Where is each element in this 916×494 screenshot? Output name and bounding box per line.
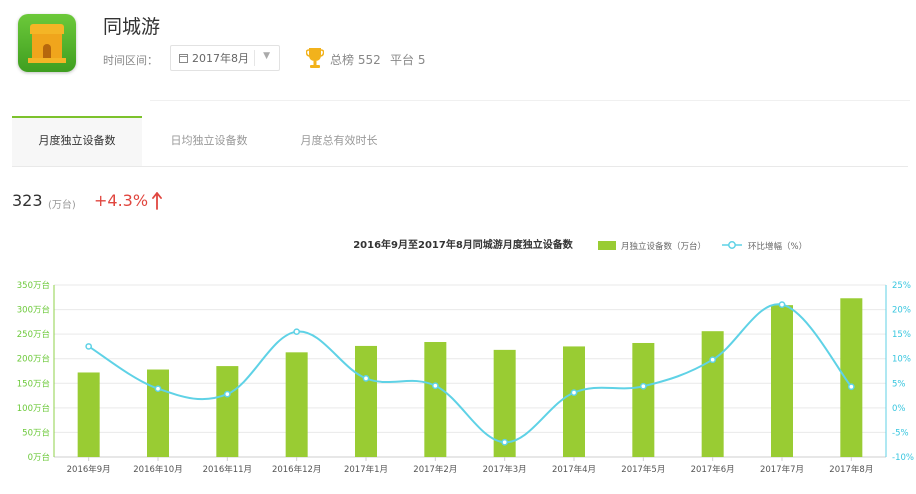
line-point [293,328,301,336]
y-right-tick-label: 5% [892,379,906,389]
metric-tabs: 月度独立设备数 日均独立设备数 月度总有效时长 [12,116,908,167]
x-tick-label: 2017年5月 [621,464,665,475]
kpi-value: 323 [12,191,43,210]
kpi-unit: (万台) [48,200,76,211]
tab-daily-avg-devices[interactable]: 日均独立设备数 [144,116,274,166]
x-tick-label: 2017年2月 [413,464,457,475]
y-left-tick-label: 300万台 [17,305,50,316]
bar [563,346,585,457]
month-select[interactable]: 2017年8月 ▼ [170,45,280,71]
x-tick-label: 2017年1月 [344,464,388,475]
bar [147,369,169,457]
x-tick-label: 2016年9月 [67,464,111,475]
line-point [154,385,162,393]
y-left-tick-label: 50万台 [22,427,50,438]
time-range-label: 时间区间： [103,54,158,67]
x-tick-label: 2017年7月 [760,464,804,475]
line-point [85,343,93,350]
line-point [501,438,509,446]
bar [285,352,308,457]
x-tick-label: 2016年11月 [203,464,252,475]
y-right-tick-label: 25% [892,281,911,291]
line-point [778,301,786,309]
x-tick-label: 2017年6月 [691,464,735,475]
rank-platform: 平台 5 [390,53,426,67]
monthly-devices-chart: 2016年9月至2017年8月同城游月度独立设备数 月独立设备数（万台） 环比增… [17,238,914,475]
y-right-tick-label: 0% [892,404,906,414]
y-left-tick-label: 150万台 [17,378,50,389]
month-select-value: 2017年8月 [192,52,249,65]
y-left-tick-label: 350万台 [17,280,50,291]
line-point [570,389,578,396]
y-right-tick-label: -5% [892,428,909,438]
bar [216,366,239,457]
tab-monthly-duration[interactable]: 月度总有效时长 [274,116,404,166]
legend-label-line: 环比增幅（%） [748,241,807,252]
chevron-down-icon[interactable]: ▼ [263,51,270,61]
line-point [223,390,231,398]
legend-marker [728,241,736,249]
y-left-tick-label: 0万台 [28,452,50,463]
arrow-up-icon [152,192,162,210]
app-icon [18,14,76,72]
calendar-icon [179,53,188,63]
legend-swatch-bars [598,241,616,250]
line-point [362,375,370,382]
y-right-tick-label: 10% [892,355,911,365]
divider [150,100,910,101]
x-tick-label: 2016年12月 [272,464,321,475]
x-tick-label: 2016年10月 [133,464,182,475]
y-right-tick-label: 20% [892,306,911,316]
bar [77,372,100,457]
legend-label-bars: 月独立设备数（万台） [621,241,706,252]
y-right-tick-label: -10% [892,453,914,463]
x-tick-label: 2017年3月 [483,464,527,475]
kpi-change: +4.3% [94,191,149,210]
tab-monthly-devices[interactable]: 月度独立设备数 [12,116,142,166]
y-left-tick-label: 100万台 [17,403,50,414]
bar [771,305,793,457]
bar [424,342,447,457]
line-point [431,382,439,390]
app-title: 同城游 [103,16,161,38]
trophy-icon [306,48,324,68]
y-left-tick-label: 250万台 [17,329,50,340]
x-tick-label: 2017年8月 [829,464,873,475]
bar [701,331,724,457]
line-point [709,356,717,364]
rank-total: 总榜 552 [330,53,381,67]
y-left-tick-label: 200万台 [17,354,50,365]
line-point [639,382,647,390]
y-right-tick-label: 15% [892,330,911,340]
bar [355,345,377,457]
bar [632,342,655,457]
chart-title: 2016年9月至2017年8月同城游月度独立设备数 [353,238,574,251]
growth-line [88,303,853,444]
line-point [847,383,855,391]
x-tick-label: 2017年4月 [552,464,596,475]
